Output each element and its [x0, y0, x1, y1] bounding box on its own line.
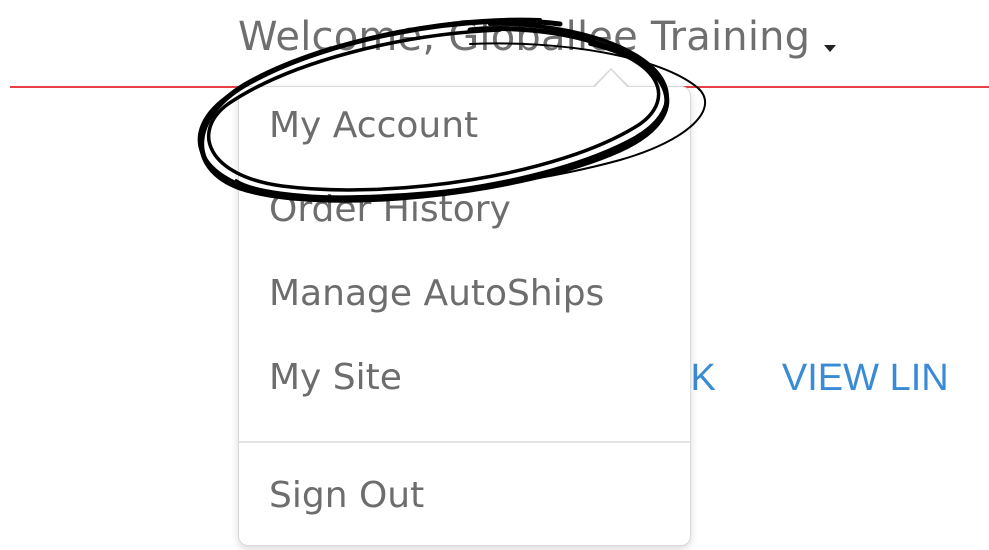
background-link-row: IK VIEW LIN — [680, 350, 949, 406]
background-link-view[interactable]: VIEW LIN — [782, 357, 949, 400]
menu-item-my-account[interactable]: My Account — [269, 105, 478, 146]
caret-down-icon — [824, 44, 837, 52]
menu-item-manage-autoships[interactable]: Manage AutoShips — [269, 273, 604, 314]
menu-item-my-site[interactable]: My Site — [269, 357, 402, 398]
account-dropdown-menu: My Account Order History Manage AutoShip… — [238, 86, 691, 546]
menu-item-order-history[interactable]: Order History — [269, 189, 511, 230]
menu-pointer — [595, 70, 627, 87]
welcome-dropdown-toggle[interactable]: Welcome, Globallee Training — [238, 10, 837, 64]
welcome-text: Welcome, Globallee Training — [238, 14, 811, 60]
menu-item-sign-out[interactable]: Sign Out — [269, 475, 424, 516]
menu-divider — [239, 441, 690, 443]
